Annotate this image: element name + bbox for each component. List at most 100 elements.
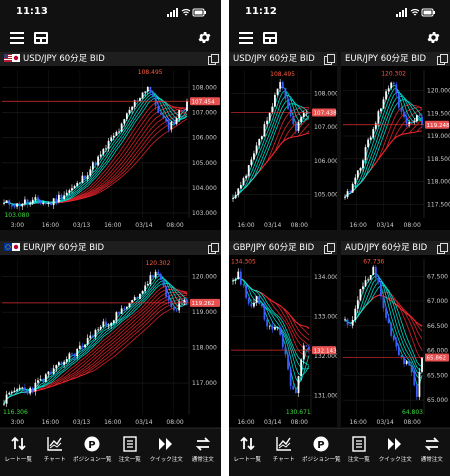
nav-item-order-list[interactable]: 注文一覧 xyxy=(112,429,149,476)
copy-icon[interactable] xyxy=(437,54,448,65)
candle-body xyxy=(146,283,149,286)
copy-icon[interactable] xyxy=(324,243,335,254)
nav-item-position[interactable]: P ポジション一覧 xyxy=(73,429,112,476)
gear-icon[interactable] xyxy=(197,30,212,45)
x-tick-label: 03/13 xyxy=(73,419,90,426)
nav-item-chart[interactable]: チャート xyxy=(37,429,74,476)
candle-body xyxy=(44,374,47,382)
candle-body xyxy=(91,162,94,170)
layout-toggle-icon[interactable] xyxy=(263,32,277,44)
gear-icon[interactable] xyxy=(426,30,441,45)
nav-item-normal-order[interactable]: 通常注文 xyxy=(414,429,450,476)
bottom-navigation: レート一覧 チャート P ポジション一覧 注文一覧 クイック注文 通常注文 xyxy=(229,428,450,476)
hamburger-menu-icon[interactable] xyxy=(239,32,253,44)
candle-body xyxy=(112,135,115,138)
candle-body xyxy=(159,113,162,115)
candle-body xyxy=(351,320,354,326)
candle-body xyxy=(173,121,175,124)
low-price-label: 130.671 xyxy=(286,409,311,416)
candle-body xyxy=(162,279,165,287)
chart-panel-usdjpy[interactable]: USD/JPY 60分足 BID 108.000 107.000 106.000 10… xyxy=(0,52,221,230)
candle-body xyxy=(50,371,52,375)
candle-body xyxy=(410,122,413,123)
copy-icon[interactable] xyxy=(324,54,335,65)
copy-icon[interactable] xyxy=(208,54,219,65)
candle-body xyxy=(346,191,349,198)
left-phone-screen: 11:13 USD/JPY 60分足 BID 108.000 107.000 106… xyxy=(0,0,221,476)
nav-item-quick-order[interactable]: クイック注文 xyxy=(148,429,185,476)
candle-body xyxy=(178,109,181,119)
chart-panel-eurjpy[interactable]: EUR/JPY 60分足 BID 120.000 119.500 119.000 11… xyxy=(341,52,450,230)
candle-body xyxy=(395,84,398,94)
candle-body xyxy=(271,106,274,113)
candle-body xyxy=(141,92,144,99)
candle-body xyxy=(133,297,136,301)
chart-title: USD/JPY 60分足 BID xyxy=(229,52,337,66)
chart-canvas[interactable]: 108.000 107.000 106.000 105.000 16:00 03/14 08… xyxy=(229,66,337,230)
current-price-label: 65.862 xyxy=(427,356,447,362)
svg-text:P: P xyxy=(89,440,96,451)
candle-body xyxy=(50,203,52,206)
candle-body xyxy=(253,153,255,160)
candle-body xyxy=(369,275,372,280)
chart-title-text: AUD/JPY 60分足 BID xyxy=(345,243,428,253)
candle-body xyxy=(125,307,128,309)
hamburger-menu-icon[interactable] xyxy=(10,32,24,44)
layout-toggle-icon[interactable] xyxy=(34,32,48,44)
candle-body xyxy=(274,94,276,107)
chart-icon xyxy=(47,437,62,451)
chart-panel-eurjpy[interactable]: EUR/JPY 60分足 BID 120.000 119.000 118.000 11… xyxy=(0,241,221,427)
candle-body xyxy=(29,203,32,205)
nav-item-label: クイック注文 xyxy=(378,457,412,463)
status-time: 11:12 xyxy=(245,6,277,17)
candle-body xyxy=(284,347,287,355)
candle-body xyxy=(266,319,268,327)
candle-body xyxy=(413,372,416,386)
chart-canvas[interactable]: 108.000 107.000 106.000 105.000 104.000 103.0… xyxy=(0,66,221,230)
copy-icon[interactable] xyxy=(208,243,219,254)
candle-body xyxy=(152,92,154,96)
candle-body xyxy=(403,356,405,365)
order-list-icon xyxy=(352,436,366,452)
nav-item-rate-list[interactable]: レート一覧 xyxy=(0,429,37,476)
candle-body xyxy=(21,203,24,207)
y-tick-label: 118.500 xyxy=(427,156,450,163)
y-tick-label: 106.000 xyxy=(314,158,337,165)
candle-body xyxy=(300,359,303,377)
chart-canvas[interactable]: 67.500 67.000 66.500 66.000 65.500 65.000 16:0… xyxy=(341,255,450,427)
nav-item-chart[interactable]: チャート xyxy=(266,429,303,476)
candle-body xyxy=(364,147,367,161)
candle-body xyxy=(410,365,413,373)
chart-canvas[interactable]: 120.000 119.000 118.000 117.000 3:00 16:00 03/… xyxy=(0,255,221,427)
chart-panel-usdjpy[interactable]: USD/JPY 60分足 BID 108.000 107.000 106.000 10… xyxy=(229,52,337,230)
nav-item-quick-order[interactable]: クイック注文 xyxy=(377,429,414,476)
candle-body xyxy=(374,123,377,130)
candle-body xyxy=(377,111,380,124)
candle-body xyxy=(149,87,152,93)
candle-body xyxy=(175,310,178,312)
candle-body xyxy=(263,306,266,320)
candle-body xyxy=(24,387,26,391)
copy-icon[interactable] xyxy=(437,243,448,254)
nav-item-rate-list[interactable]: レート一覧 xyxy=(229,429,266,476)
candle-body xyxy=(403,111,405,118)
y-tick-label: 117.000 xyxy=(192,380,217,387)
candle-body xyxy=(186,299,188,303)
nav-item-label: 注文一覧 xyxy=(347,457,370,463)
x-tick-label: 03/14 xyxy=(135,222,152,229)
candle-body xyxy=(162,114,165,119)
candle-body xyxy=(34,382,37,392)
nav-item-position[interactable]: P ポジション一覧 xyxy=(302,429,341,476)
candle-body xyxy=(237,188,240,196)
candle-body xyxy=(118,131,120,133)
candle-body xyxy=(392,82,395,85)
chart-canvas[interactable]: 120.000 119.500 119.000 118.500 118.000 117.5… xyxy=(341,66,450,230)
chart-canvas[interactable]: 134.000 133.000 132.000 131.000 16:00 03/14 08… xyxy=(229,255,337,427)
chart-panel-gbpjpy[interactable]: GBP/JPY 60分足 BID 134.000 133.000 132.000 13… xyxy=(229,241,337,427)
chart-panel-audjpy[interactable]: AUD/JPY 60分足 BID 67.500 67.000 66.500 66.00… xyxy=(341,241,450,427)
nav-item-order-list[interactable]: 注文一覧 xyxy=(341,429,378,476)
nav-item-normal-order[interactable]: 通常注文 xyxy=(185,429,221,476)
candle-body xyxy=(86,175,89,179)
candle-body xyxy=(239,271,242,285)
candle-body xyxy=(245,285,248,298)
